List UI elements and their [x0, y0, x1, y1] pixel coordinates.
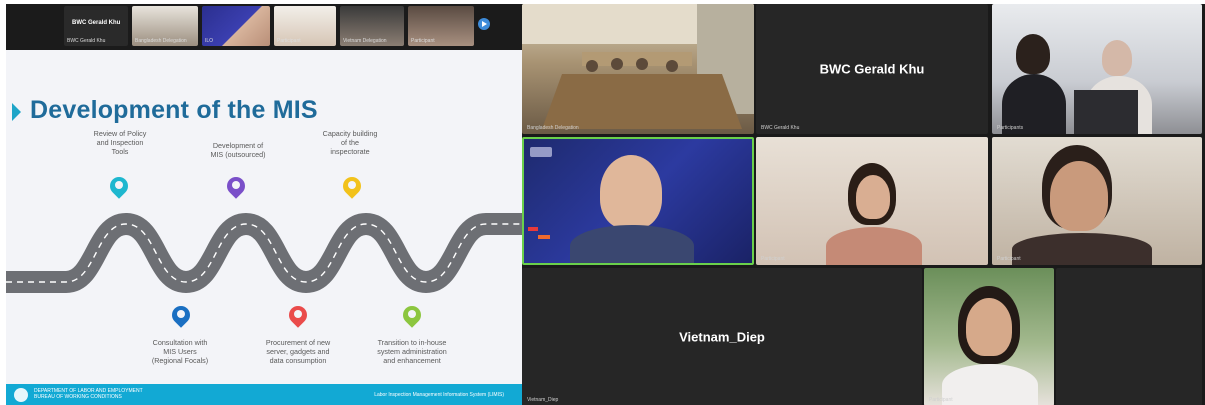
gallery-view: Bangladesh Delegation BWC Gerald Khu BWC…: [522, 4, 1205, 405]
step-text: Capacity building of the inspectorate: [322, 129, 378, 156]
step-text: Review of Policy and Inspection Tools: [93, 129, 147, 156]
participant-name: Participants: [997, 125, 1024, 131]
winding-road-graphic: [6, 212, 522, 294]
participant-silhouette: [1102, 40, 1132, 76]
participant-name: Participant: [997, 256, 1021, 262]
participant-display-name: Vietnam_Diep: [679, 329, 765, 345]
video-tile-young-woman[interactable]: Participant: [756, 137, 988, 265]
video-tile-ilo-speaker[interactable]: [522, 137, 754, 265]
video-tile-room[interactable]: Bangladesh Delegation: [522, 4, 754, 134]
laptop-graphic: [1074, 90, 1138, 134]
step-text: Transition to in-house system administra…: [377, 338, 447, 365]
video-tile-two-people[interactable]: Participants: [992, 4, 1202, 134]
footer-system-name: Labor Inspection Management Information …: [374, 392, 504, 398]
participant-silhouette: [1016, 34, 1050, 74]
ilo-logo-icon: [530, 147, 552, 157]
zoom-meeting-window: BWC Gerald Khu BWC Gerald Khu Bangladesh…: [0, 0, 1205, 405]
thumbnail-label: Participant: [277, 38, 301, 44]
participant-name: Vietnam_Diep: [527, 397, 559, 403]
next-page-arrow-icon[interactable]: [478, 18, 490, 30]
thumbnail-label: BWC Gerald Khu: [67, 38, 106, 44]
participant-silhouette: [1050, 161, 1108, 231]
conference-room-video: [522, 4, 754, 129]
footer-org-name: DEPARTMENT OF LABOR AND EMPLOYMENT BUREA…: [34, 388, 143, 400]
thumbnail-strip: BWC Gerald Khu BWC Gerald Khu Bangladesh…: [6, 4, 522, 50]
step-text: Development of MIS (outsourced): [210, 141, 266, 159]
participant-silhouette: [1012, 233, 1152, 265]
thumbnail-tile[interactable]: Participant: [408, 6, 474, 46]
video-tile-gerald[interactable]: BWC Gerald Khu BWC Gerald Khu: [756, 4, 988, 134]
participant-silhouette: [600, 155, 662, 229]
thumbnail-label: Bangladesh Delegation: [135, 38, 187, 44]
location-pin-icon: [285, 302, 311, 328]
thumbnail-tile[interactable]: Vietnam Delegation: [340, 6, 404, 46]
step-text: Consultation with MIS Users (Regional Fo…: [151, 338, 209, 365]
thumbnail-label: ILO: [205, 38, 214, 44]
background-stripe: [528, 227, 538, 231]
participant-silhouette: [826, 227, 922, 265]
participant-name: BWC Gerald Khu: [761, 125, 800, 131]
participant-silhouette: [966, 298, 1012, 356]
thumbnail-label: Vietnam Delegation: [343, 38, 387, 44]
thumbnail-tile[interactable]: Bangladesh Delegation: [132, 6, 198, 46]
video-tile-older-woman[interactable]: Participant: [992, 137, 1202, 265]
thumbnail-name: BWC Gerald Khu: [72, 20, 121, 26]
participant-silhouette: [856, 175, 890, 219]
title-bullet-icon: [12, 103, 21, 121]
thumbnail-label: Participant: [411, 38, 435, 44]
location-pin-icon: [168, 302, 194, 328]
participant-name: Bangladesh Delegation: [527, 125, 579, 131]
background-stripe: [538, 235, 550, 239]
thumbnail-tile[interactable]: BWC Gerald Khu BWC Gerald Khu: [64, 6, 128, 46]
video-tile-vietnam-diep[interactable]: Vietnam_Diep Vietnam_Diep: [522, 268, 922, 405]
dole-logo-icon: [14, 388, 28, 402]
video-tile-woman-outdoor[interactable]: Participant: [924, 268, 1054, 405]
participant-name: Participant: [761, 256, 785, 262]
participant-silhouette: [570, 225, 694, 263]
video-tile-empty: [1056, 268, 1202, 405]
thumbnail-tile[interactable]: Participant: [274, 6, 336, 46]
slide-title: Development of the MIS: [30, 96, 318, 124]
slide-footer: DEPARTMENT OF LABOR AND EMPLOYMENT BUREA…: [6, 384, 522, 405]
participant-name: Participant: [929, 397, 953, 403]
thumbnail-tile[interactable]: ILO: [202, 6, 270, 46]
shared-screen: BWC Gerald Khu BWC Gerald Khu Bangladesh…: [6, 4, 522, 405]
participant-silhouette: [942, 364, 1038, 405]
step-text: Procurement of new server, gadgets and d…: [265, 338, 331, 365]
location-pin-icon: [399, 302, 425, 328]
participant-display-name: BWC Gerald Khu: [819, 61, 925, 77]
